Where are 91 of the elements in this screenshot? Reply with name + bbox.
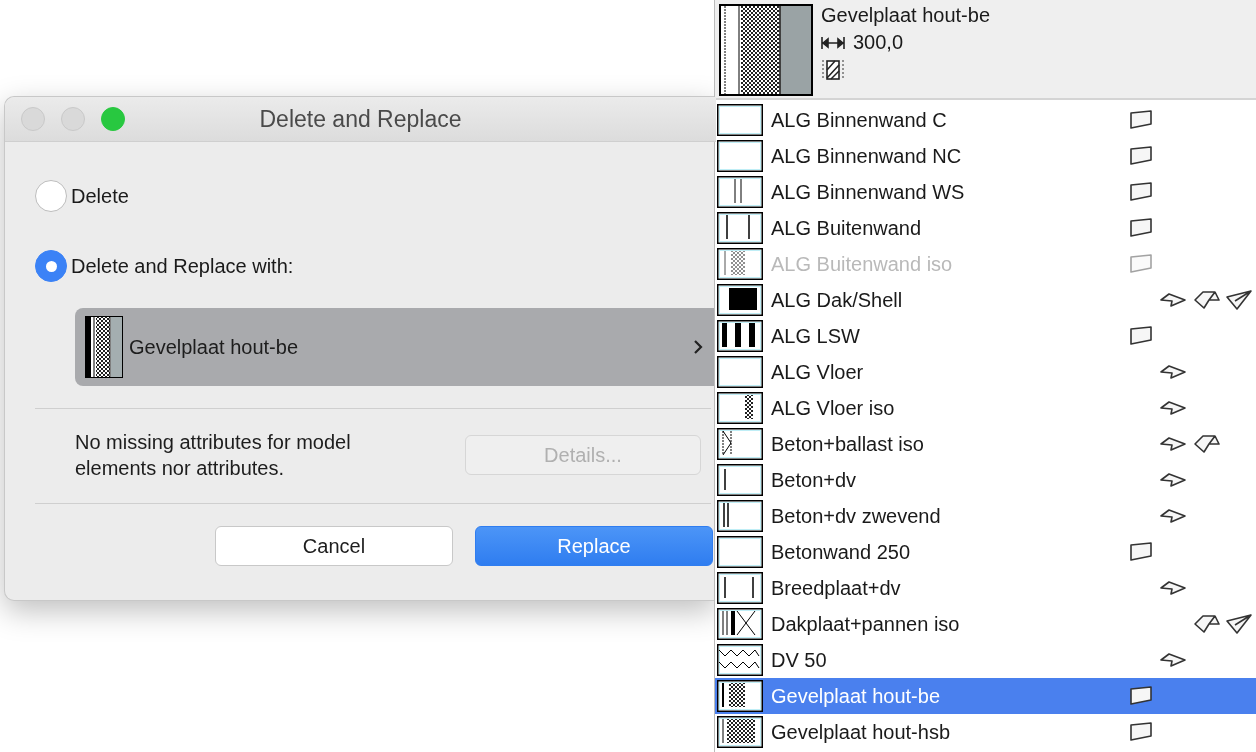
wall-icon bbox=[1129, 218, 1153, 238]
material-list-item[interactable]: ALG Binnenwand NC bbox=[715, 138, 1256, 174]
material-list-item[interactable]: Beton+ballast iso bbox=[715, 426, 1256, 462]
material-name: ALG Dak/Shell bbox=[771, 288, 904, 312]
material-list-item[interactable]: ALG Binnenwand C bbox=[715, 102, 1256, 138]
material-name: Beton+dv bbox=[771, 468, 858, 492]
window-title: Delete and Replace bbox=[259, 105, 462, 132]
material-swatch-icon bbox=[717, 500, 763, 532]
wall-icon bbox=[1129, 686, 1153, 706]
material-swatch-icon bbox=[717, 176, 763, 208]
material-swatch-icon bbox=[717, 680, 763, 712]
material-list-item[interactable]: Gevelplaat hout-be bbox=[715, 678, 1256, 714]
shell-icon bbox=[1225, 613, 1253, 635]
material-list-item[interactable]: ALG Dak/Shell bbox=[715, 282, 1256, 318]
wall-icon bbox=[1129, 182, 1153, 202]
material-name: ALG Buitenwand bbox=[771, 216, 923, 240]
material-list-item[interactable]: Betonwand 250 bbox=[715, 534, 1256, 570]
structure-icon bbox=[821, 58, 845, 82]
roof-icon bbox=[1193, 290, 1221, 310]
wall-icon bbox=[1129, 146, 1153, 166]
material-list-item[interactable]: DV 50 bbox=[715, 642, 1256, 678]
radio-label[interactable]: Delete and Replace with: bbox=[71, 254, 294, 278]
shell-icon bbox=[1225, 289, 1253, 311]
material-swatch-icon bbox=[717, 104, 763, 136]
slab-icon bbox=[1159, 400, 1187, 416]
radio-button[interactable] bbox=[35, 180, 67, 212]
material-name: Betonwand 250 bbox=[771, 540, 911, 564]
material-swatch-icon bbox=[717, 140, 763, 172]
wall-icon bbox=[1129, 326, 1153, 346]
material-name: ALG Vloer bbox=[771, 360, 865, 384]
material-name: DV 50 bbox=[771, 648, 828, 672]
material-list-item[interactable]: Dakplaat+pannen iso bbox=[715, 606, 1256, 642]
material-swatch-icon bbox=[719, 4, 813, 96]
slab-icon bbox=[1159, 292, 1187, 308]
slab-icon bbox=[1159, 508, 1187, 524]
material-name: Gevelplaat hout-be bbox=[771, 684, 941, 708]
material-name: Beton+ballast iso bbox=[771, 432, 925, 456]
chevron-icon bbox=[693, 339, 703, 355]
slab-icon bbox=[1159, 580, 1187, 596]
material-name: ALG Binnenwand NC bbox=[771, 144, 963, 168]
material-swatch-icon bbox=[717, 212, 763, 244]
radio-label[interactable]: Delete bbox=[71, 184, 129, 208]
material-name: Dakplaat+pannen iso bbox=[771, 612, 961, 636]
slab-icon bbox=[1159, 364, 1187, 380]
material-list-item[interactable]: Beton+dv zwevend bbox=[715, 498, 1256, 534]
thickness-icon bbox=[821, 35, 845, 50]
material-name: Beton+dv zwevend bbox=[771, 504, 942, 528]
material-list-item[interactable]: ALG Vloer bbox=[715, 354, 1256, 390]
material-list-item[interactable]: ALG Vloer iso bbox=[715, 390, 1256, 426]
roof-icon bbox=[1193, 434, 1221, 454]
material-swatch-icon bbox=[717, 536, 763, 568]
material-swatch-icon bbox=[717, 428, 763, 460]
material-list-item[interactable]: ALG Buitenwand bbox=[715, 210, 1256, 246]
info-text: No missing attributes for model elements nor attributes. bbox=[75, 430, 352, 481]
slab-icon bbox=[1159, 436, 1187, 452]
material-name: ALG Buitenwand iso bbox=[771, 252, 954, 276]
zoom-button[interactable] bbox=[101, 107, 125, 131]
thickness-value: 300,0 bbox=[853, 31, 904, 54]
material-swatch-icon bbox=[717, 716, 763, 748]
slab-icon bbox=[1159, 472, 1187, 488]
material-swatch-icon bbox=[717, 392, 763, 424]
material-swatch-icon bbox=[717, 572, 763, 604]
material-swatch-icon bbox=[717, 284, 763, 316]
material-name: Breedplaat+dv bbox=[771, 576, 902, 600]
material-name: ALG Vloer iso bbox=[771, 396, 896, 420]
material-list-item[interactable]: Breedplaat+dv bbox=[715, 570, 1256, 606]
material-name: ALG LSW bbox=[771, 324, 861, 348]
material-selector[interactable]: Gevelplaat hout-be bbox=[75, 308, 717, 386]
material-swatch-icon bbox=[717, 608, 763, 640]
wall-icon bbox=[1129, 254, 1153, 274]
material-swatch-icon bbox=[717, 356, 763, 388]
material-list-item[interactable]: ALG LSW bbox=[715, 318, 1256, 354]
material-swatch-icon bbox=[717, 464, 763, 496]
wall-icon bbox=[1129, 542, 1153, 562]
material-name: ALG Binnenwand C bbox=[771, 108, 948, 132]
material-swatch-icon bbox=[717, 248, 763, 280]
material-swatch-icon bbox=[85, 316, 123, 378]
material-name: Gevelplaat hout-hsb bbox=[771, 720, 951, 744]
roof-icon bbox=[1193, 614, 1221, 634]
material-name: ALG Binnenwand WS bbox=[771, 180, 966, 204]
material-list-item[interactable]: ALG Binnenwand WS bbox=[715, 174, 1256, 210]
wall-icon bbox=[1129, 110, 1153, 130]
material-swatch-icon bbox=[717, 644, 763, 676]
cancel-button[interactable]: Cancel bbox=[215, 526, 453, 566]
material-list-item[interactable]: Beton+dv bbox=[715, 462, 1256, 498]
wall-icon bbox=[1129, 722, 1153, 742]
material-list-item[interactable]: Gevelplaat hout-hsb bbox=[715, 714, 1256, 750]
radio-button[interactable] bbox=[35, 250, 67, 282]
material-name: Gevelplaat hout-be bbox=[821, 4, 990, 27]
slab-icon bbox=[1159, 652, 1187, 668]
material-swatch-icon bbox=[717, 320, 763, 352]
